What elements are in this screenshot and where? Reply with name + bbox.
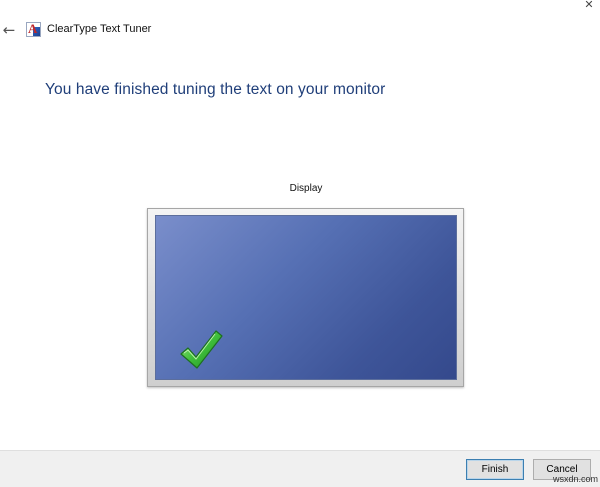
window-title: ClearType Text Tuner	[47, 23, 152, 35]
title-bar: ← A ClearType Text Tuner ✕	[0, 0, 600, 60]
finish-button[interactable]: Finish	[466, 459, 524, 480]
back-arrow-icon[interactable]: ←	[0, 20, 18, 40]
cleartype-app-icon: A	[26, 21, 41, 37]
app-icon-red-a: A	[28, 21, 38, 36]
watermark-text: wsxdn.com	[553, 474, 599, 484]
page-heading: You have finished tuning the text on you…	[45, 81, 386, 98]
close-icon[interactable]: ✕	[578, 0, 600, 10]
checkmark-icon	[180, 330, 223, 369]
monitor-preview	[147, 208, 464, 387]
display-label: Display	[289, 183, 323, 194]
monitor-screen	[155, 215, 457, 380]
